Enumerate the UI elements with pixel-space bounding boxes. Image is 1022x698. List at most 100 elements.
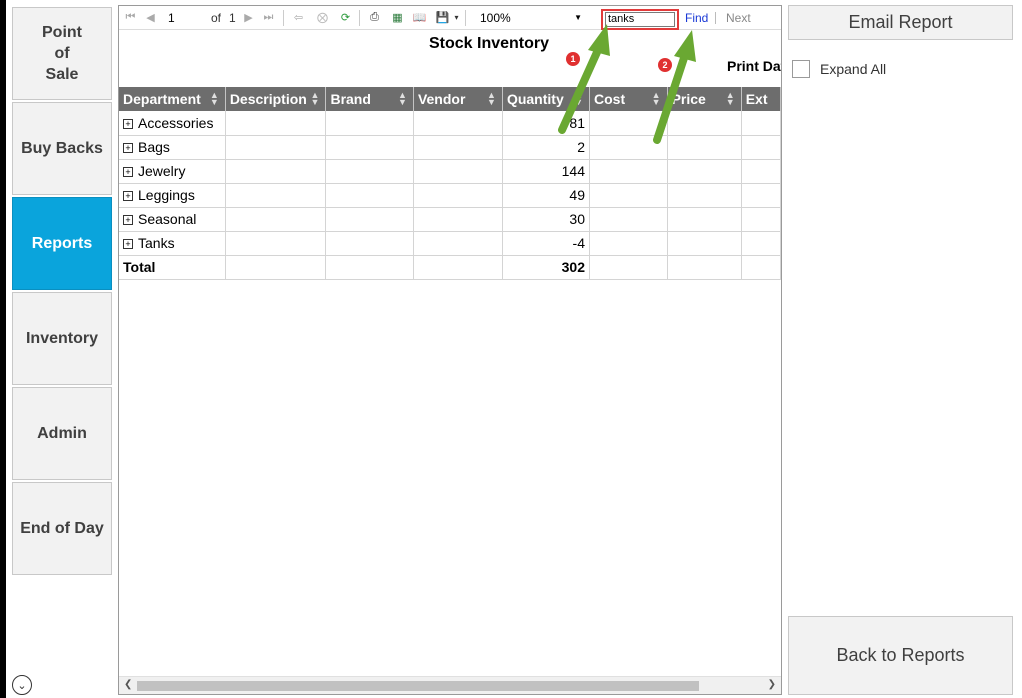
expand-icon[interactable]: + bbox=[123, 118, 133, 129]
column-header-vendor[interactable]: Vendor ▲ ▼ bbox=[413, 87, 503, 111]
nav-point-of-sale[interactable]: Point of Sale bbox=[12, 7, 112, 100]
nav-admin[interactable]: Admin bbox=[12, 387, 112, 480]
column-label: Quantity bbox=[506, 91, 564, 107]
table-row: + Tanks -4 bbox=[119, 231, 781, 256]
department-cell: + Jewelry bbox=[119, 159, 226, 184]
find-separator bbox=[715, 12, 716, 24]
nav-reports[interactable]: Reports bbox=[12, 197, 112, 290]
find-highlight: tanks bbox=[601, 9, 679, 30]
find-input[interactable]: tanks bbox=[605, 12, 675, 27]
email-report-button[interactable]: Email Report bbox=[788, 5, 1013, 40]
back-icon[interactable]: ⇦ bbox=[291, 10, 306, 25]
report-viewer: ⏮ ◀ 1 of 1 ▶ ⏭ ⇦ ⨂ ⟳ ⎙ ▦ 📖 💾 ▾ 100% ▼ tan… bbox=[118, 5, 782, 695]
department-cell: + Seasonal bbox=[119, 207, 226, 232]
chevron-down-icon[interactable]: ⌄ bbox=[12, 675, 32, 695]
nav-buy-backs[interactable]: Buy Backs bbox=[12, 102, 112, 195]
expand-all-label: Expand All bbox=[820, 61, 887, 77]
department-name: Bags bbox=[138, 139, 170, 155]
column-label: Price bbox=[671, 91, 706, 107]
refresh-icon[interactable]: ⟳ bbox=[338, 10, 353, 25]
back-to-reports-button[interactable]: Back to Reports bbox=[788, 616, 1013, 695]
of-label: of bbox=[211, 11, 222, 25]
sort-icon[interactable]: ▲ ▼ bbox=[652, 91, 661, 107]
table-row: + Accessories 81 bbox=[119, 111, 781, 136]
total-label: Total bbox=[119, 255, 226, 280]
nav-label: Inventory bbox=[25, 330, 98, 347]
quantity-cell: -4 bbox=[502, 231, 591, 256]
next-link[interactable]: Next bbox=[726, 11, 751, 25]
expand-all-checkbox[interactable] bbox=[792, 60, 810, 78]
sort-icon[interactable]: ▲ ▼ bbox=[574, 91, 583, 107]
annotation-marker-2: 2 bbox=[658, 58, 672, 72]
last-page-icon[interactable]: ⏭ bbox=[261, 10, 276, 25]
horizontal-scrollbar[interactable]: ❮ ❯ bbox=[119, 676, 781, 694]
column-header-price[interactable]: Price ▲ ▼ bbox=[667, 87, 742, 111]
column-label: Vendor bbox=[417, 91, 466, 107]
quantity-cell: 81 bbox=[502, 111, 591, 136]
scroll-left-icon[interactable]: ❮ bbox=[124, 679, 132, 690]
scroll-right-icon[interactable]: ❯ bbox=[768, 679, 776, 690]
total-row: Total 302 bbox=[119, 255, 781, 280]
expand-all-option[interactable]: Expand All bbox=[792, 60, 886, 78]
sort-icon[interactable]: ▲ ▼ bbox=[311, 91, 320, 107]
department-cell: + Accessories bbox=[119, 111, 226, 136]
report-title: Stock Inventory bbox=[429, 35, 550, 52]
expand-icon[interactable]: + bbox=[123, 239, 133, 249]
nav-label: Reports bbox=[31, 235, 93, 252]
quantity-cell: 144 bbox=[502, 159, 591, 184]
previous-page-icon[interactable]: ◀ bbox=[143, 10, 158, 25]
find-link[interactable]: Find bbox=[685, 11, 708, 25]
expand-icon[interactable]: + bbox=[123, 143, 133, 153]
first-page-icon[interactable]: ⏮ bbox=[123, 10, 138, 25]
column-label: Brand bbox=[330, 91, 371, 107]
table-header-row: Department ▲ ▼ Description ▲ ▼ Brand ▲ ▼ Vendo… bbox=[119, 87, 781, 111]
department-cell: + Tanks bbox=[119, 231, 226, 256]
department-cell: + Bags bbox=[119, 135, 226, 160]
column-header-quantity[interactable]: Quantity ▲ ▼ bbox=[502, 87, 591, 111]
export-dropdown-icon[interactable]: ▾ bbox=[449, 10, 464, 25]
nav-end-of-day[interactable]: End of Day bbox=[12, 482, 112, 575]
toolbar-separator bbox=[283, 10, 284, 26]
print-layout-icon[interactable]: ▦ bbox=[390, 10, 405, 25]
next-page-icon[interactable]: ▶ bbox=[241, 10, 256, 25]
column-label: Description bbox=[229, 91, 307, 107]
expand-icon[interactable]: + bbox=[123, 191, 133, 201]
quantity-cell: 49 bbox=[502, 183, 591, 208]
table-row: + Jewelry 144 bbox=[119, 159, 781, 184]
sort-icon[interactable]: ▲ ▼ bbox=[398, 91, 407, 107]
department-name: Accessories bbox=[138, 114, 214, 131]
expand-icon[interactable]: + bbox=[123, 167, 133, 177]
total-pages: 1 bbox=[229, 11, 236, 25]
department-name: Seasonal bbox=[138, 211, 197, 227]
print-icon[interactable]: ⎙ bbox=[367, 10, 382, 25]
quantity-cell: 30 bbox=[502, 207, 591, 232]
zoom-value: 100% bbox=[480, 11, 511, 25]
column-header-brand[interactable]: Brand ▲ ▼ bbox=[325, 87, 414, 111]
department-name: Jewelry bbox=[138, 163, 186, 179]
print-date-label: Print Dat bbox=[727, 58, 782, 74]
stop-icon[interactable]: ⨂ bbox=[315, 10, 330, 25]
column-label: Department bbox=[123, 91, 201, 107]
column-header-department[interactable]: Department ▲ ▼ bbox=[119, 87, 226, 111]
column-header-ext[interactable]: Ext bbox=[741, 87, 781, 111]
department-name: Tanks bbox=[138, 235, 175, 251]
page-number-input[interactable]: 1 bbox=[163, 9, 205, 27]
sort-icon[interactable]: ▲ ▼ bbox=[210, 91, 219, 107]
column-header-cost[interactable]: Cost ▲ ▼ bbox=[589, 87, 668, 111]
scrollbar-thumb[interactable] bbox=[137, 681, 699, 691]
chevron-down-icon: ▼ bbox=[574, 13, 582, 22]
toolbar-separator bbox=[465, 10, 466, 26]
table-row: + Bags 2 bbox=[119, 135, 781, 160]
zoom-select[interactable]: 100% ▼ bbox=[474, 9, 586, 27]
department-name: Leggings bbox=[138, 187, 195, 203]
nav-inventory[interactable]: Inventory bbox=[12, 292, 112, 385]
export-icon[interactable]: 💾 bbox=[435, 10, 450, 25]
annotation-marker-1: 1 bbox=[566, 52, 580, 66]
sort-icon[interactable]: ▲ ▼ bbox=[487, 91, 496, 107]
sort-icon[interactable]: ▲ ▼ bbox=[726, 91, 735, 107]
page-setup-icon[interactable]: 📖 bbox=[412, 10, 427, 25]
expand-icon[interactable]: + bbox=[123, 215, 133, 225]
nav-label: End of Day bbox=[20, 520, 104, 537]
nav-label: Buy Backs bbox=[21, 140, 103, 157]
column-header-description[interactable]: Description ▲ ▼ bbox=[225, 87, 327, 111]
